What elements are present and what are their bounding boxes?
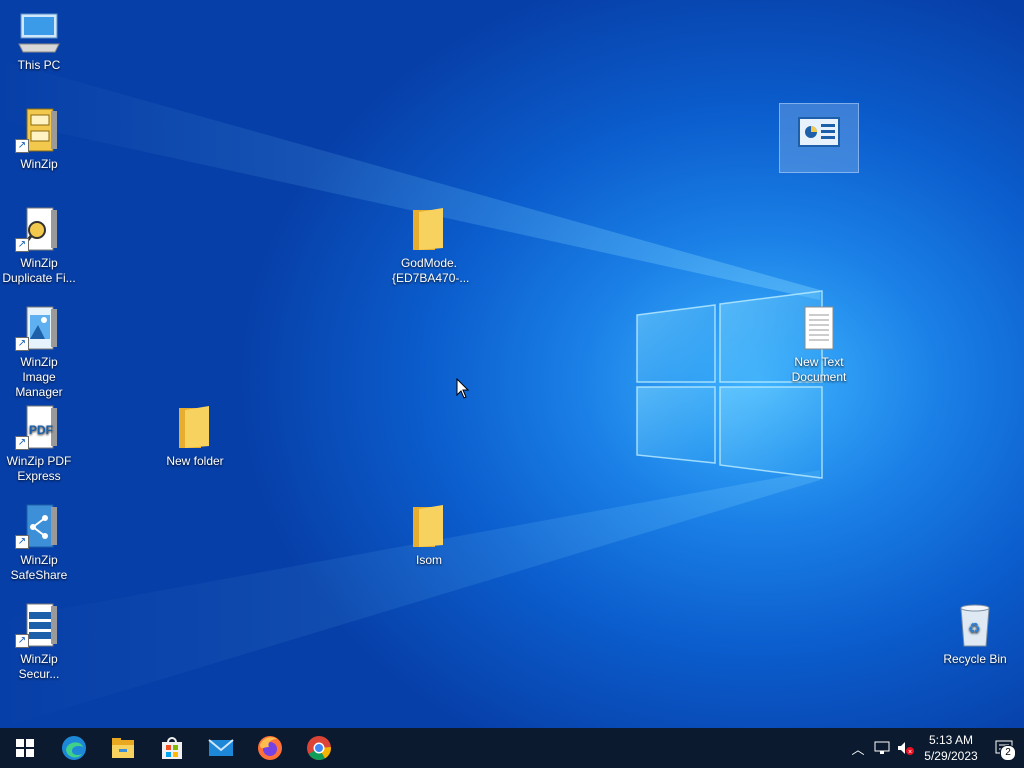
desktop-icon-new-text-document[interactable]: New Text Document <box>780 305 858 385</box>
taskbar-edge-button[interactable] <box>49 728 98 768</box>
desktop-icon-winzip-secure[interactable]: ↗ WinZip Secur... <box>0 602 78 682</box>
shortcut-arrow-icon: ↗ <box>15 238 29 252</box>
shortcut-arrow-icon: ↗ <box>15 436 29 450</box>
desktop[interactable]: This PC ↗ WinZip ↗ WinZip Duplicate Fi.. <box>0 0 1024 728</box>
folder-icon <box>405 503 453 551</box>
file-explorer-icon <box>111 738 134 758</box>
desktop-icon-label: GodMode.{ED7BA470-... <box>392 256 470 285</box>
taskbar-mail-button[interactable] <box>196 728 245 768</box>
desktop-icon-recycle-bin[interactable]: ♻ Recycle Bin <box>936 602 1014 667</box>
recycle-bin-icon: ♻ <box>951 602 999 650</box>
winzip-image-manager-icon: ↗ <box>15 305 63 353</box>
clock[interactable]: 5:13 AM 5/29/2023 <box>918 732 984 764</box>
desktop-icon-winzip-safeshare[interactable]: ↗ WinZip SafeShare <box>0 503 78 583</box>
desktop-icon-label: WinZip Duplicate Fi... <box>2 256 76 285</box>
svg-text:♻: ♻ <box>968 620 981 636</box>
network-icon <box>874 741 890 754</box>
shortcut-arrow-icon: ↗ <box>15 634 29 648</box>
taskbar-firefox-button[interactable] <box>245 728 294 768</box>
taskbar-store-button[interactable] <box>147 728 196 768</box>
shortcut-arrow-icon: ↗ <box>15 535 29 549</box>
winzip-duplicate-finder-icon: ↗ <box>15 206 63 254</box>
system-tray: ︿ × 5:13 AM 5/29/2023 2 <box>846 728 1024 768</box>
start-button[interactable] <box>0 728 49 768</box>
folder-icon <box>405 206 453 254</box>
desktop-icon-label: New Text Document <box>791 355 847 384</box>
winzip-safeshare-icon: ↗ <box>15 503 63 551</box>
taskbar-file-explorer-button[interactable] <box>98 728 147 768</box>
computer-icon <box>15 8 63 56</box>
svg-text:×: × <box>908 749 912 755</box>
desktop-icon-winzip-image-manager[interactable]: ↗ WinZip Image Manager <box>0 305 78 400</box>
action-center-button[interactable]: 2 <box>984 728 1024 768</box>
text-document-icon <box>795 305 843 353</box>
clock-time: 5:13 AM <box>928 733 974 747</box>
winzip-pdf-express-icon: PDF ↗ <box>15 404 63 452</box>
control-panel-icon <box>795 112 843 160</box>
clock-date: 5/29/2023 <box>924 749 978 763</box>
desktop-icon-label: Isom <box>415 553 442 567</box>
svg-text:PDF: PDF <box>29 423 53 437</box>
volume-muted-icon: × <box>898 742 914 755</box>
desktop-icon-label: New folder <box>166 454 224 468</box>
chevron-up-icon: ︿ <box>851 741 865 757</box>
mail-icon <box>207 739 234 756</box>
winzip-icon: ↗ <box>15 107 63 155</box>
desktop-icon-label: WinZip <box>20 157 58 171</box>
shortcut-arrow-icon: ↗ <box>15 337 29 351</box>
winzip-secure-backup-icon: ↗ <box>15 602 63 650</box>
desktop-icon-label: WinZip Secur... <box>18 652 60 681</box>
desktop-icon-isom[interactable]: Isom <box>390 503 468 568</box>
start-icon <box>15 739 34 757</box>
desktop-icon-godmode[interactable]: GodMode.{ED7BA470-... <box>390 206 470 286</box>
desktop-icon-label: Recycle Bin <box>943 652 1007 666</box>
mouse-cursor-icon <box>456 378 470 399</box>
edge-icon <box>61 736 86 760</box>
network-button[interactable] <box>870 728 894 768</box>
notification-count-badge: 2 <box>1000 745 1016 761</box>
desktop-icon-label: WinZip Image Manager <box>15 355 63 399</box>
show-hidden-icons-button[interactable]: ︿ <box>846 728 870 768</box>
shortcut-arrow-icon: ↗ <box>15 139 29 153</box>
desktop-icon-label: WinZip PDF Express <box>6 454 72 483</box>
desktop-icon-control-panel[interactable] <box>779 103 859 173</box>
desktop-icon-winzip-pdf-express[interactable]: PDF ↗ WinZip PDF Express <box>0 404 78 484</box>
firefox-icon <box>257 736 282 760</box>
microsoft-store-icon <box>161 737 182 759</box>
desktop-icon-this-pc[interactable]: This PC <box>0 8 78 73</box>
desktop-icon-label: This PC <box>17 58 61 72</box>
taskbar-chrome-button[interactable] <box>294 728 343 768</box>
wallpaper <box>0 60 823 728</box>
taskbar: ︿ × 5:13 AM 5/29/2023 2 <box>0 728 1024 768</box>
desktop-icon-new-folder[interactable]: New folder <box>156 404 234 469</box>
folder-icon <box>171 404 219 452</box>
desktop-icon-winzip-duplicate-finder[interactable]: ↗ WinZip Duplicate Fi... <box>0 206 78 286</box>
chrome-icon <box>306 736 331 761</box>
desktop-icon-winzip[interactable]: ↗ WinZip <box>0 107 78 172</box>
desktop-icon-label: WinZip SafeShare <box>10 553 68 582</box>
volume-button[interactable]: × <box>894 728 918 768</box>
